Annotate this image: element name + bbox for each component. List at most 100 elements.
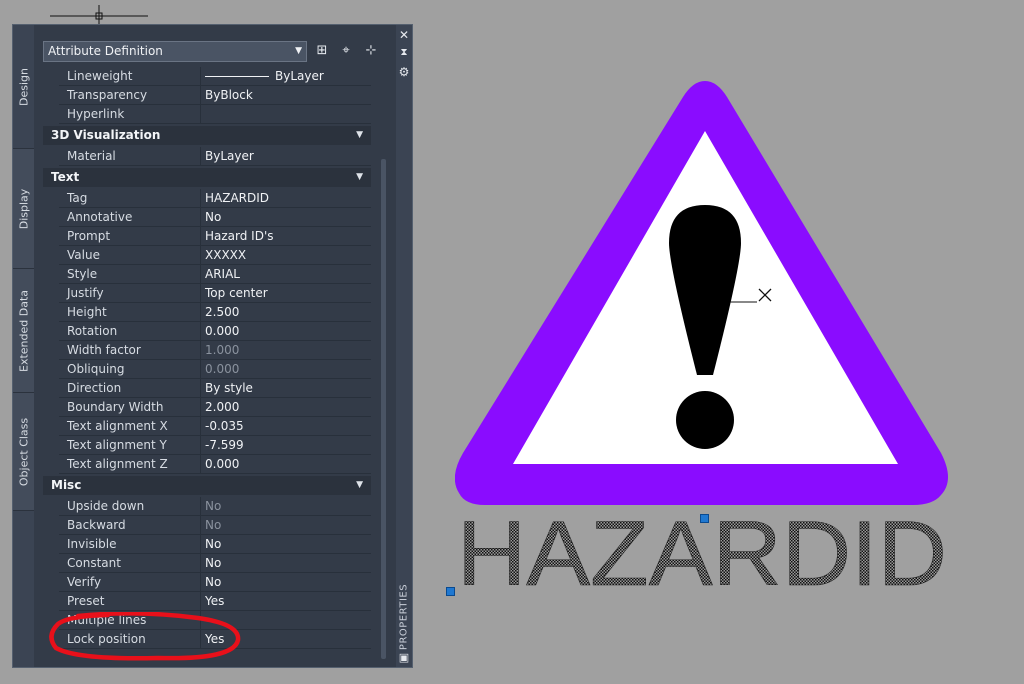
property-name: Rotation: [59, 322, 201, 340]
property-value[interactable]: No: [201, 516, 371, 534]
property-row[interactable]: Lineweight ByLayer: [59, 67, 371, 86]
property-value[interactable]: Top center: [201, 284, 371, 302]
property-value[interactable]: XXXXX: [201, 246, 371, 264]
property-value[interactable]: [201, 611, 371, 629]
category-3d-visualization[interactable]: 3D Visualization ▼: [43, 126, 371, 145]
property-row[interactable]: Backward No: [59, 516, 371, 535]
category-title: Text: [51, 170, 80, 184]
property-row[interactable]: Direction By style: [59, 379, 371, 398]
collapse-icon[interactable]: ▼: [356, 476, 363, 495]
property-name: Boundary Width: [59, 398, 201, 416]
property-row[interactable]: Invisible No: [59, 535, 371, 554]
property-row[interactable]: Verify No: [59, 573, 371, 592]
property-row[interactable]: Transparency ByBlock: [59, 86, 371, 105]
property-value[interactable]: No: [201, 554, 371, 572]
property-row[interactable]: Width factor 1.000: [59, 341, 371, 360]
object-type-dropdown[interactable]: Attribute Definition ▼: [43, 41, 307, 62]
property-value[interactable]: 0.000: [201, 322, 371, 340]
settings-icon[interactable]: ⚙: [396, 65, 412, 79]
property-value[interactable]: No: [201, 573, 371, 591]
property-name: Width factor: [59, 341, 201, 359]
object-type-value: Attribute Definition: [48, 44, 163, 58]
property-value[interactable]: No: [201, 535, 371, 553]
property-name: Justify: [59, 284, 201, 302]
property-row[interactable]: Constant No: [59, 554, 371, 573]
property-row[interactable]: Hyperlink: [59, 105, 371, 124]
property-row[interactable]: Height 2.500: [59, 303, 371, 322]
property-name: Text alignment X: [59, 417, 201, 435]
chevron-down-icon: ▼: [295, 46, 302, 56]
properties-palette-icon[interactable]: ▣: [396, 651, 412, 664]
property-value[interactable]: No: [201, 208, 371, 226]
property-row[interactable]: Value XXXXX: [59, 246, 371, 265]
property-name: Tag: [59, 189, 201, 207]
property-name: Text alignment Z: [59, 455, 201, 473]
property-name: Constant: [59, 554, 201, 572]
property-row[interactable]: Obliquing 0.000: [59, 360, 371, 379]
palette-scrollbar[interactable]: [381, 159, 386, 659]
property-name: Annotative: [59, 208, 201, 226]
property-row[interactable]: Rotation 0.000: [59, 322, 371, 341]
property-value[interactable]: ByLayer: [201, 67, 371, 85]
property-name: Multiple lines: [59, 611, 201, 629]
property-row[interactable]: Boundary Width 2.000: [59, 398, 371, 417]
cursor-crosshair: [50, 5, 148, 25]
tab-extended-data[interactable]: Extended Data: [13, 269, 34, 393]
property-name: Prompt: [59, 227, 201, 245]
quick-select-icon[interactable]: ⊹: [362, 42, 380, 60]
property-row[interactable]: Tag HAZARDID: [59, 189, 371, 208]
property-row[interactable]: Text alignment X -0.035: [59, 417, 371, 436]
property-value[interactable]: -0.035: [201, 417, 371, 435]
property-row[interactable]: Prompt Hazard ID's: [59, 227, 371, 246]
properties-palette[interactable]: Design Display Extended Data Object Clas…: [12, 24, 413, 668]
property-row[interactable]: Multiple lines: [59, 611, 371, 630]
property-value[interactable]: Hazard ID's: [201, 227, 371, 245]
property-value[interactable]: [201, 105, 371, 123]
property-value[interactable]: ByBlock: [201, 86, 371, 104]
property-row[interactable]: Material ByLayer: [59, 147, 371, 166]
tab-design[interactable]: Design: [13, 25, 34, 149]
category-text[interactable]: Text ▼: [43, 168, 371, 187]
property-row[interactable]: Annotative No: [59, 208, 371, 227]
tab-object-class[interactable]: Object Class: [13, 393, 34, 511]
palette-titlebar[interactable]: ✕ ⧗ ⚙ PROPERTIES ▣: [396, 25, 412, 667]
property-row[interactable]: Upside down No: [59, 497, 371, 516]
autohide-icon[interactable]: ⧗: [396, 47, 412, 58]
property-row[interactable]: Text alignment Y -7.599: [59, 436, 371, 455]
grip-top-center[interactable]: [700, 514, 709, 523]
property-row[interactable]: Lock position Yes: [59, 630, 371, 649]
property-row[interactable]: Text alignment Z 0.000: [59, 455, 371, 474]
category-misc[interactable]: Misc ▼: [43, 476, 371, 495]
tab-display[interactable]: Display: [13, 149, 34, 269]
property-value[interactable]: ByLayer: [201, 147, 371, 165]
lineweight-value: ByLayer: [275, 69, 324, 83]
property-row[interactable]: Justify Top center: [59, 284, 371, 303]
property-value[interactable]: Yes: [201, 592, 371, 610]
grip-insertion[interactable]: [446, 587, 455, 596]
category-title: Misc: [51, 478, 82, 492]
property-value[interactable]: 2.000: [201, 398, 371, 416]
property-value[interactable]: -7.599: [201, 436, 371, 454]
property-value[interactable]: By style: [201, 379, 371, 397]
property-name: Obliquing: [59, 360, 201, 378]
property-value[interactable]: Yes: [201, 630, 371, 648]
toggle-pickadd-icon[interactable]: ⊞: [313, 42, 331, 60]
property-name: Lineweight: [59, 67, 201, 85]
property-value[interactable]: 0.000: [201, 455, 371, 473]
property-value[interactable]: 2.500: [201, 303, 371, 321]
property-name: Text alignment Y: [59, 436, 201, 454]
property-row[interactable]: Preset Yes: [59, 592, 371, 611]
property-value[interactable]: HAZARDID: [201, 189, 371, 207]
collapse-icon[interactable]: ▼: [356, 168, 363, 187]
property-value[interactable]: No: [201, 497, 371, 515]
property-row[interactable]: Style ARIAL: [59, 265, 371, 284]
property-name: Transparency: [59, 86, 201, 104]
lineweight-sample: [205, 76, 269, 77]
property-name: Direction: [59, 379, 201, 397]
property-value[interactable]: ARIAL: [201, 265, 371, 283]
collapse-icon[interactable]: ▼: [356, 126, 363, 145]
close-icon[interactable]: ✕: [396, 28, 412, 42]
property-value[interactable]: 1.000: [201, 341, 371, 359]
select-objects-icon[interactable]: ⌖: [337, 42, 355, 60]
property-value[interactable]: 0.000: [201, 360, 371, 378]
